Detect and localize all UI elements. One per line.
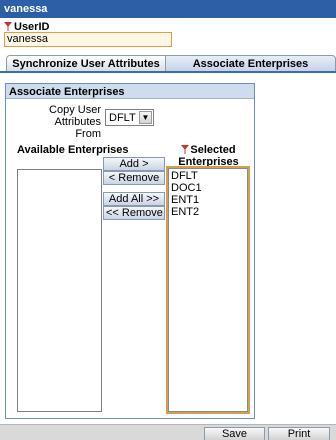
panel-title: Associate Enterprises — [6, 84, 254, 99]
associate-enterprises-panel: Associate Enterprises Copy User Attribut… — [5, 83, 255, 419]
add-all-button[interactable]: Add All >> — [103, 192, 165, 206]
selected-enterprises-list[interactable]: DFLT DOC1 ENT1 ENT2 — [166, 166, 250, 414]
save-button[interactable]: Save — [204, 427, 265, 440]
tab-synchronize-user-attributes[interactable]: Synchronize User Attributes — [6, 55, 166, 72]
remove-button[interactable]: < Remove — [103, 171, 165, 185]
list-item[interactable]: ENT2 — [171, 206, 245, 218]
available-enterprises-list[interactable] — [17, 169, 102, 412]
copy-attributes-value: DFLT — [109, 112, 136, 124]
remove-all-button[interactable]: << Remove All — [103, 206, 165, 220]
chevron-down-icon[interactable]: ▼ — [139, 111, 152, 124]
selected-enterprises-label-row: Selected Enterprises — [166, 144, 251, 168]
copy-attributes-label: Copy User Attributes From — [49, 104, 101, 140]
tab-underline — [0, 71, 336, 73]
footer-bar: Save Print — [0, 424, 336, 440]
required-flag-icon — [4, 22, 12, 31]
copy-attributes-select[interactable]: DFLT ▼ — [105, 109, 154, 126]
tab-bar: Synchronize User Attributes Associate En… — [0, 55, 336, 72]
add-button[interactable]: Add > — [103, 157, 165, 171]
list-item[interactable]: ENT1 — [171, 194, 245, 206]
tab-associate-enterprises[interactable]: Associate Enterprises — [166, 55, 336, 72]
list-item[interactable]: DOC1 — [171, 182, 245, 194]
required-flag-icon — [181, 145, 190, 154]
list-item[interactable]: DFLT — [171, 170, 245, 182]
print-button[interactable]: Print — [268, 427, 330, 440]
window-title: vanessa — [0, 0, 336, 18]
available-enterprises-label: Available Enterprises — [17, 144, 129, 156]
userid-field[interactable]: vanessa — [4, 32, 172, 47]
